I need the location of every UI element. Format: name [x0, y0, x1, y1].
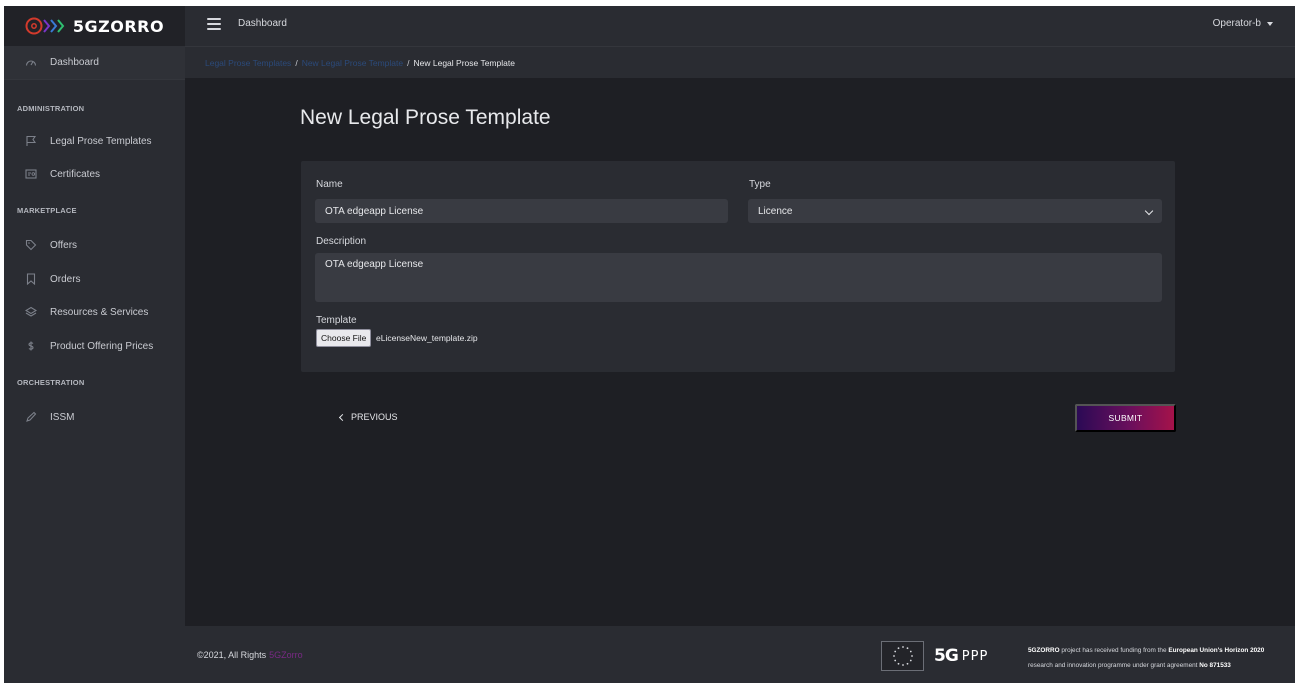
breadcrumb-separator: /: [407, 57, 410, 68]
brand-mark-icon: [25, 16, 67, 36]
sidebar-item-legal-prose-templates[interactable]: Legal Prose Templates: [4, 124, 185, 158]
breadcrumb-current: New Legal Prose Template: [413, 57, 515, 68]
user-name: Operator-b: [1212, 18, 1261, 29]
breadcrumb-link[interactable]: Legal Prose Templates: [205, 58, 291, 68]
top-header: Dashboard Operator-b: [185, 6, 1295, 46]
sidebar-item-label: Resources & Services: [50, 306, 149, 318]
sidebar-item-label: Offers: [50, 239, 78, 251]
pen-icon: [21, 411, 41, 423]
5g-ppp-logo: 5G PPP: [934, 646, 988, 666]
sidebar-item-label: Dashboard: [50, 57, 99, 68]
name-field[interactable]: OTA edgeapp License: [315, 199, 728, 223]
type-select[interactable]: Licence: [748, 199, 1162, 223]
app-frame: 5GZORRO Dashboard ADMINISTRATION Legal P…: [4, 6, 1295, 683]
layers-icon: [21, 306, 41, 318]
sidebar-item-label: Orders: [50, 273, 81, 285]
previous-button[interactable]: PREVIOUS: [338, 412, 398, 422]
sidebar-item-label: Certificates: [50, 168, 101, 180]
sidebar-item-resources-services[interactable]: Resources & Services: [4, 295, 185, 329]
copyright: ©2021, All Rights 5GZorro: [197, 650, 303, 660]
user-menu[interactable]: Operator-b: [1213, 18, 1273, 29]
breadcrumb-separator: /: [295, 57, 298, 68]
selected-file-name: eLicenseNew_template.zip: [376, 333, 478, 343]
footer: ©2021, All Rights 5GZorro 5G PPP 5GZORRO …: [185, 626, 1295, 683]
sidebar: 5GZORRO Dashboard ADMINISTRATION Legal P…: [4, 6, 185, 683]
sidebar-item-certificates[interactable]: Certificates: [4, 157, 185, 191]
previous-button-label: PREVIOUS: [351, 412, 398, 422]
certificate-icon: [21, 168, 41, 180]
bookmark-icon: [21, 273, 41, 285]
funding-notice: 5GZORRO project has received funding fro…: [1028, 643, 1290, 673]
sidebar-item-label: Legal Prose Templates: [50, 135, 152, 147]
tag-icon: [21, 239, 41, 251]
template-label: Template: [316, 315, 357, 326]
section-title-marketplace: MARKETPLACE: [17, 206, 77, 215]
description-label: Description: [316, 236, 367, 247]
sidebar-item-dashboard[interactable]: Dashboard: [4, 46, 185, 80]
funding-grant: No 871533: [1199, 662, 1231, 669]
brand-name: 5GZORRO: [72, 16, 165, 36]
brand-logo[interactable]: 5GZORRO: [4, 6, 185, 46]
page-title: New Legal Prose Template: [300, 106, 551, 129]
chevron-left-icon: [338, 413, 347, 421]
sidebar-item-product-offering-prices[interactable]: Product Offering Prices: [4, 329, 185, 363]
copyright-brand: 5GZorro: [269, 650, 303, 660]
speedometer-icon: [21, 57, 41, 69]
sidebar-item-label: Product Offering Prices: [50, 340, 154, 352]
funding-text: project has received funding from the: [1059, 647, 1169, 654]
type-selected-value: Licence: [758, 205, 793, 217]
5g-mark: 5G: [934, 646, 959, 666]
sidebar-item-offers[interactable]: Offers: [4, 228, 185, 262]
type-label: Type: [749, 179, 771, 190]
description-field[interactable]: OTA edgeapp License: [315, 253, 1162, 302]
section-title-administration: ADMINISTRATION: [17, 104, 85, 113]
sidebar-item-orders[interactable]: Orders: [4, 262, 185, 296]
hamburger-menu-icon[interactable]: [207, 18, 221, 30]
name-label: Name: [316, 179, 343, 190]
choose-file-button[interactable]: Choose File: [316, 329, 372, 347]
sidebar-item-label: ISSM: [50, 411, 75, 423]
copyright-text: ©2021, All Rights: [197, 650, 267, 660]
sidebar-item-issm[interactable]: ISSM: [4, 400, 185, 434]
section-title-orchestration: ORCHESTRATION: [17, 378, 85, 387]
funding-program: European Union's Horizon 2020: [1168, 647, 1265, 654]
caret-down-icon: [1267, 21, 1273, 26]
funding-project: 5GZORRO: [1028, 647, 1060, 654]
breadcrumb-link[interactable]: New Legal Prose Template: [302, 58, 403, 68]
chevron-down-icon: [1144, 206, 1154, 216]
template-form-card: Name OTA edgeapp License Type Licence De…: [301, 161, 1175, 372]
eu-flag-icon: [881, 641, 924, 671]
funding-text: research and innovation programme under …: [1028, 662, 1200, 669]
breadcrumb: Legal Prose Templates / New Legal Prose …: [185, 46, 1295, 78]
ppp-text: PPP: [961, 648, 989, 664]
submit-button[interactable]: SUBMIT: [1075, 404, 1176, 432]
flag-icon: [21, 135, 41, 147]
dollar-icon: [21, 340, 41, 352]
header-dashboard-link[interactable]: Dashboard: [238, 18, 287, 29]
